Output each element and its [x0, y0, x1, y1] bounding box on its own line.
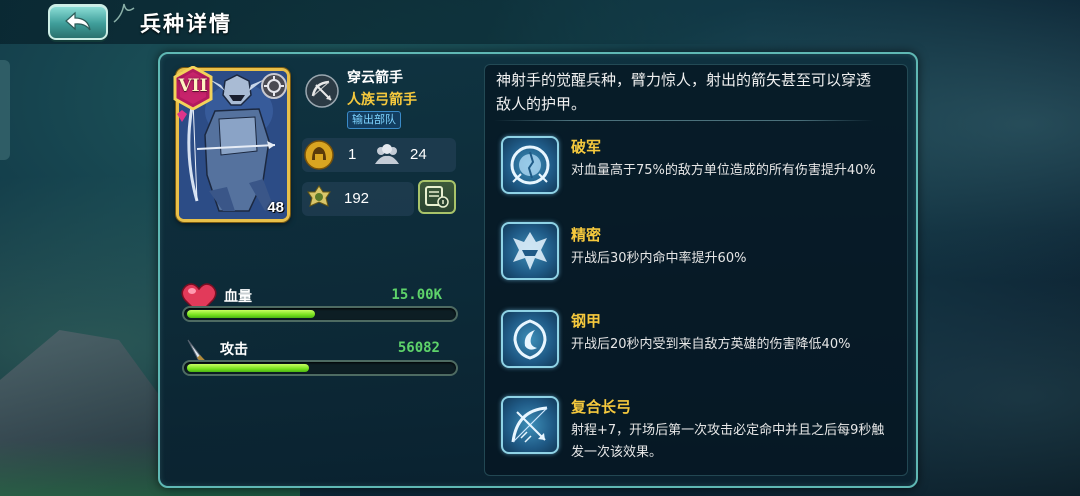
- troop-count: 24: [410, 146, 427, 163]
- skill-3-icon[interactable]: [501, 310, 559, 368]
- longbow-icon: [511, 406, 548, 443]
- back-arrow-icon: [65, 11, 91, 31]
- rank-gem-icon: [177, 110, 187, 122]
- skill-3-desc: 开战后20秒内受到来自敌方英雄的伤害降低40%: [571, 337, 851, 352]
- attack-bar-fill: [187, 364, 309, 372]
- power-stat-row: 192: [302, 182, 414, 216]
- skill-1-desc: 对血量高于75%的敌方单位造成的所有伤害提升40%: [571, 163, 876, 178]
- power-value: 192: [344, 190, 370, 207]
- attack-value: 56082: [397, 340, 440, 356]
- troops-icon: [375, 144, 399, 164]
- page-title: 兵种详情: [140, 12, 232, 36]
- rank-label: VII: [178, 76, 208, 96]
- title-ornament-icon: [113, 3, 135, 23]
- shattered-shield-icon: [510, 145, 550, 185]
- back-button[interactable]: [48, 4, 108, 40]
- unit-role-tag: 输出部队: [347, 111, 401, 129]
- skill-2-name: 精密: [571, 226, 602, 244]
- bow-class-icon: [305, 74, 339, 108]
- skill-1-name: 破军: [571, 138, 602, 156]
- unit-level: 48: [267, 199, 284, 216]
- description-divider: [494, 120, 874, 121]
- skill-4-icon[interactable]: [501, 396, 559, 454]
- leadership-stat-row: 1 24: [302, 138, 456, 172]
- hp-label: 血量: [224, 289, 252, 305]
- header-bar: 兵种详情: [0, 0, 1080, 44]
- skill-4-desc: 射程+7，开场后第一次攻击必定命中并且之后每9秒触发一次该效果。: [571, 423, 885, 460]
- skill-2-icon[interactable]: [501, 222, 559, 280]
- skill-3-name: 钢甲: [571, 312, 602, 330]
- attack-label: 攻击: [220, 342, 248, 358]
- leadership-value: 1: [348, 146, 357, 163]
- hp-value: 15.00K: [391, 287, 442, 303]
- hp-bar: [182, 306, 458, 322]
- unit-type: 人族弓箭手: [347, 92, 417, 108]
- attack-bar: [182, 360, 458, 376]
- side-panel-edge: [0, 60, 10, 160]
- unit-info-button[interactable]: [418, 180, 456, 214]
- crescent-shield-icon: [513, 319, 547, 360]
- crested-helmet-icon: [513, 232, 547, 270]
- hp-bar-fill: [187, 310, 315, 318]
- unit-name: 穿云箭手: [347, 70, 403, 86]
- unit-description: 神射手的觉醒兵种，臂力惊人，射出的箭矢甚至可以穿透敌人的护甲。: [496, 71, 872, 113]
- skill-1-icon[interactable]: [501, 136, 559, 194]
- skill-4-name: 复合长弓: [571, 398, 632, 416]
- info-document-icon: [425, 186, 449, 208]
- faction-emblem-icon: [261, 73, 287, 99]
- power-crest-icon: [307, 185, 331, 207]
- skill-2-desc: 开战后30秒内命中率提升60%: [571, 251, 747, 266]
- helmet-leadership-icon: [304, 140, 334, 170]
